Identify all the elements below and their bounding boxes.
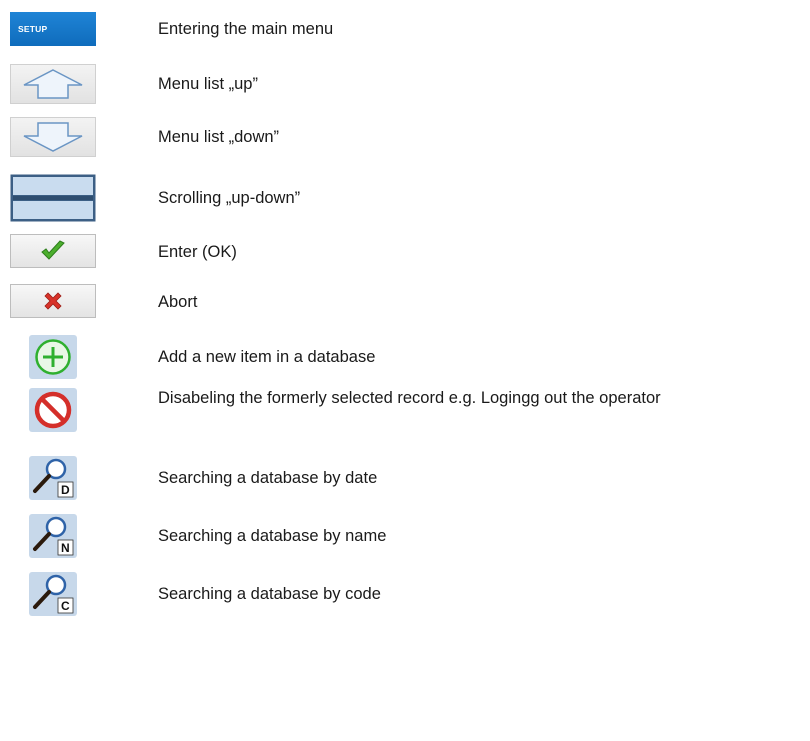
ok-button[interactable] bbox=[10, 234, 96, 268]
legend-label: Enter (OK) bbox=[158, 243, 237, 261]
search-date-button[interactable]: D bbox=[29, 456, 77, 500]
legend-label: Menu list „down” bbox=[158, 128, 280, 146]
legend-label: Searching a database by name bbox=[158, 527, 387, 545]
legend-label: Searching a database by date bbox=[158, 469, 378, 487]
arrow-up-icon bbox=[23, 69, 83, 99]
arrow-up-button[interactable] bbox=[10, 64, 96, 104]
legend-row: Menu list „down” bbox=[0, 116, 810, 158]
legend-label: Add a new item in a database bbox=[158, 348, 376, 366]
legend-label: Scrolling „up-down” bbox=[158, 189, 301, 207]
legend-row: Abort bbox=[0, 284, 810, 318]
scroll-up-down-icon[interactable] bbox=[10, 174, 96, 222]
legend-row: C Searching a database by code bbox=[0, 572, 810, 616]
arrow-down-button[interactable] bbox=[10, 117, 96, 157]
legend-row: D Searching a database by date bbox=[0, 456, 810, 500]
search-badge: D bbox=[61, 483, 70, 497]
legend-row: Enter (OK) bbox=[0, 234, 810, 268]
legend-row: N Searching a database by name bbox=[0, 514, 810, 558]
legend-row: Scrolling „up-down” bbox=[0, 174, 810, 222]
legend-label: Menu list „up” bbox=[158, 75, 258, 93]
setup-button[interactable]: SETUP bbox=[10, 12, 96, 46]
legend-row: SETUP Entering the main menu bbox=[0, 12, 810, 46]
legend-label: Abort bbox=[158, 293, 198, 311]
disable-record-button[interactable] bbox=[29, 388, 77, 432]
plus-circle-icon bbox=[35, 339, 71, 375]
legend-label: Disabeling the formerly selected record … bbox=[158, 389, 661, 407]
legend-label: Entering the main menu bbox=[158, 20, 334, 38]
search-badge: C bbox=[61, 599, 70, 613]
search-code-button[interactable]: C bbox=[29, 572, 77, 616]
x-icon bbox=[44, 292, 62, 310]
search-badge: N bbox=[61, 541, 70, 555]
add-item-button[interactable] bbox=[29, 335, 77, 379]
legend-row: Menu list „up” bbox=[0, 63, 810, 105]
no-entry-icon bbox=[34, 391, 72, 429]
search-name-button[interactable]: N bbox=[29, 514, 77, 558]
legend-label: Searching a database by code bbox=[158, 585, 381, 603]
abort-button[interactable] bbox=[10, 284, 96, 318]
legend-row: Disabeling the formerly selected record … bbox=[0, 388, 810, 438]
legend-row: Add a new item in a database bbox=[0, 335, 810, 379]
checkmark-icon bbox=[41, 240, 65, 260]
arrow-down-icon bbox=[23, 122, 83, 152]
